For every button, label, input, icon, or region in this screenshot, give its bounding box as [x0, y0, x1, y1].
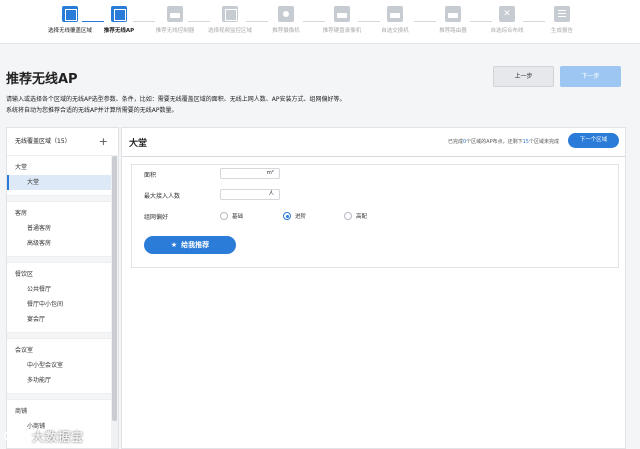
- ap-parameter-form: 面积 m² 最大接入人数 人 组网偏好 基础 进阶 高配 ★ 给我推荐: [131, 164, 619, 268]
- video-area-icon: [222, 6, 238, 22]
- next-step-button[interactable]: 下一步: [560, 66, 621, 87]
- coverage-area-header: 无线覆盖区域（15） +: [7, 128, 118, 156]
- page-description: 请输入或选择各个区域的无线AP选型参数、条件，比如：需要无线覆盖区域的面积、无线…: [6, 96, 346, 103]
- list-scrollbar[interactable]: [111, 156, 118, 448]
- next-area-button[interactable]: 下一个区域: [568, 133, 619, 148]
- coverage-area-title: 无线覆盖区域（15）: [15, 138, 71, 145]
- area-item[interactable]: 中小型会议室: [7, 358, 118, 373]
- step-label: 生成报告: [550, 28, 573, 34]
- preference-label: 组网偏好: [144, 214, 169, 221]
- area-item[interactable]: 公共餐厅: [7, 282, 118, 297]
- page-description: 系统将自动为您推荐合适的无线AP并计算所需要的无线AP数量。: [6, 107, 178, 114]
- area-group-title[interactable]: 餐饮区: [7, 267, 118, 282]
- group-divider: [7, 332, 118, 339]
- star-icon: ★: [170, 241, 178, 249]
- area-detail-panel: 大堂 已完成0个区域的AP布点，还剩下15个区域未完成 下一个区域 面积 m² …: [121, 127, 626, 449]
- watermark: 大数据宝: [4, 425, 114, 445]
- area-item[interactable]: 餐厅中小包间: [7, 297, 118, 312]
- nvr-icon: [334, 6, 350, 22]
- max-users-label: 最大接入人数: [144, 193, 181, 200]
- camera-icon: [278, 6, 294, 22]
- area-title: 大堂: [129, 139, 148, 149]
- progress-text: 已完成0个区域的AP布点，还剩下15个区域未完成: [448, 138, 559, 145]
- watermark-logo-icon: [4, 428, 22, 442]
- recommend-label: 给我推荐: [181, 241, 210, 249]
- max-users-input[interactable]: 人: [220, 189, 280, 200]
- wizard-steps: 选择无线覆盖区域 推荐无线AP 推荐无线控制器 选择视频监控区域 推荐摄像机 推…: [0, 0, 640, 44]
- area-size-unit: m²: [266, 170, 274, 176]
- progress-suffix: 个区域未完成: [528, 139, 559, 145]
- progress-middle: 个区域的AP布点，还剩下: [466, 139, 523, 145]
- radio-label: 进阶: [295, 214, 307, 220]
- area-group-title[interactable]: 会议室: [7, 343, 118, 358]
- area-group: 客房 普通客房 高级客房: [7, 206, 118, 251]
- radio-circle[interactable]: [220, 212, 228, 220]
- report-icon: [554, 6, 570, 22]
- coverage-area-list: 无线覆盖区域（15） + 大堂 大堂 客房 普通客房 高级客房 餐饮区 公共餐厅…: [6, 127, 119, 449]
- area-item[interactable]: 高级客房: [7, 236, 118, 251]
- area-item[interactable]: 普通客房: [7, 221, 118, 236]
- scrollbar-thumb[interactable]: [112, 156, 117, 421]
- group-divider: [7, 393, 118, 400]
- area-group: 会议室 中小型会议室 多功能厅: [7, 343, 118, 388]
- radio-label: 高配: [356, 214, 368, 220]
- area-group-title[interactable]: 大堂: [7, 160, 118, 175]
- radio-circle[interactable]: [344, 212, 352, 220]
- watermark-text: 大数据宝: [32, 430, 85, 444]
- max-users-unit: 人: [268, 191, 274, 197]
- switch-icon: [387, 6, 403, 22]
- preference-radio-group: 基础 进阶 高配: [220, 211, 420, 221]
- group-divider: [7, 195, 118, 202]
- map-icon: [62, 6, 78, 22]
- area-size-label: 面积: [144, 172, 157, 179]
- area-item[interactable]: 宴会厅: [7, 312, 118, 327]
- area-group: 餐饮区 公共餐厅 餐厅中小包间 宴会厅: [7, 267, 118, 327]
- area-group: 大堂 大堂: [7, 160, 118, 190]
- recommend-button[interactable]: ★ 给我推荐: [144, 236, 236, 254]
- header-divider: [122, 156, 625, 157]
- area-group-title[interactable]: 商铺: [7, 404, 118, 419]
- area-item[interactable]: 大堂: [7, 175, 118, 190]
- step-generate-report[interactable]: 生成报告: [529, 6, 595, 34]
- radio-circle[interactable]: [283, 212, 291, 220]
- step-select-switch[interactable]: 自选交换机: [362, 6, 428, 34]
- router-icon: [445, 6, 461, 22]
- group-divider: [7, 256, 118, 263]
- area-item[interactable]: 多功能厅: [7, 373, 118, 388]
- add-area-icon[interactable]: +: [99, 128, 108, 156]
- area-group-title[interactable]: 客房: [7, 206, 118, 221]
- area-size-input[interactable]: m²: [220, 168, 280, 179]
- cabling-icon: [499, 6, 515, 22]
- prev-step-button[interactable]: 上一步: [493, 66, 554, 87]
- controller-icon: [167, 6, 183, 22]
- radio-label: 基础: [232, 214, 244, 220]
- ap-icon: [111, 6, 127, 22]
- page-title: 推荐无线AP: [6, 72, 78, 87]
- progress-prefix: 已完成: [447, 139, 463, 145]
- step-label: 自选交换机: [381, 28, 409, 34]
